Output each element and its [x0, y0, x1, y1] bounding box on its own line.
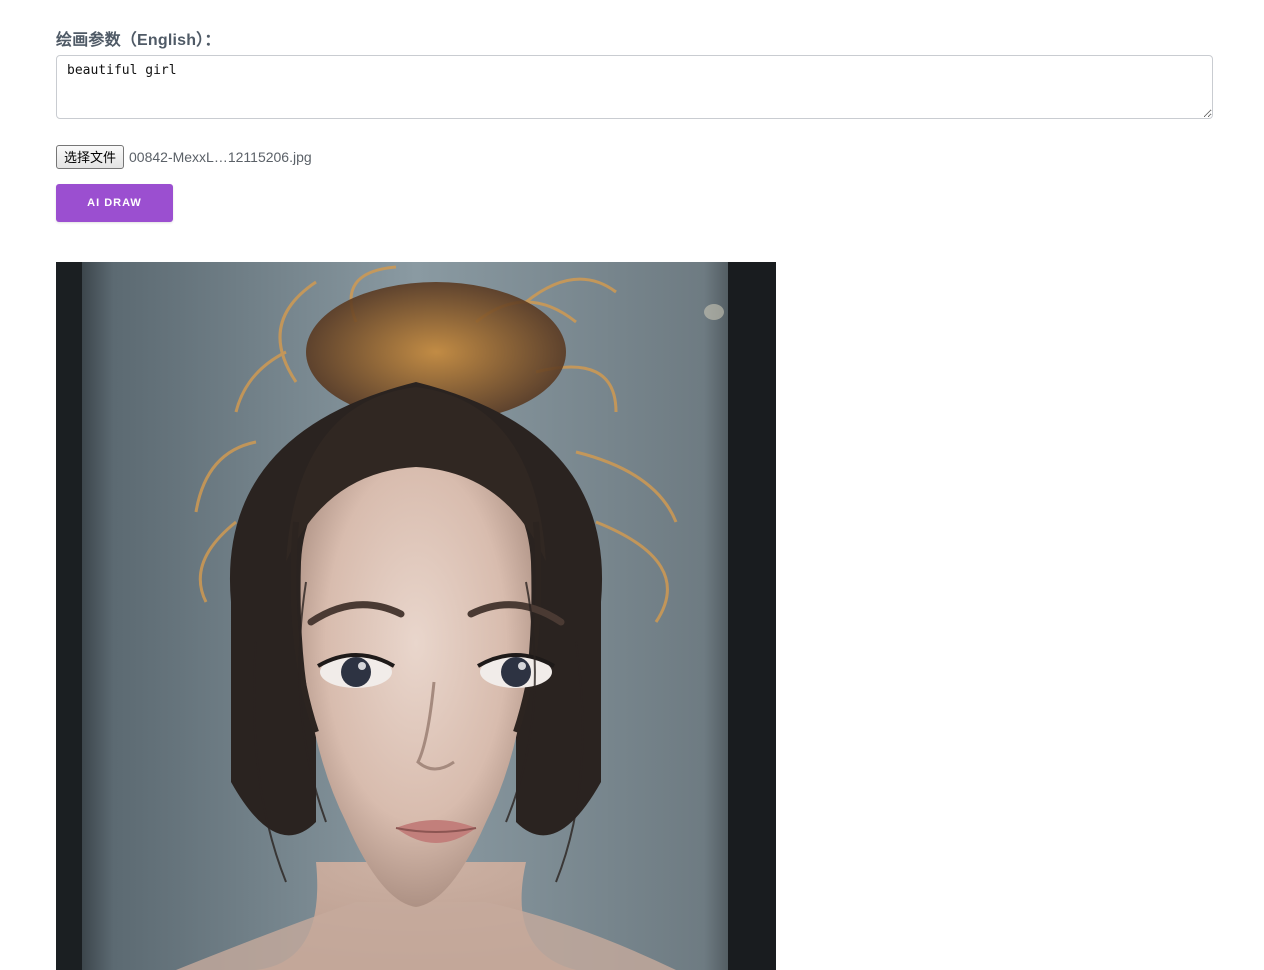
- file-upload-row: 选择文件 00842-MexxL…12115206.jpg: [56, 144, 312, 169]
- ai-draw-page: 绘画参数（English）： beautiful girl 选择文件 00842…: [0, 0, 1264, 970]
- prompt-textarea[interactable]: beautiful girl: [56, 55, 1213, 119]
- choose-file-button[interactable]: 选择文件: [56, 144, 125, 169]
- selected-file-name: 00842-MexxL…12115206.jpg: [129, 148, 312, 165]
- prompt-label: 绘画参数（English）：: [56, 32, 221, 49]
- generated-portrait-image: [56, 262, 776, 970]
- ai-draw-button[interactable]: AI DRAW: [56, 184, 173, 222]
